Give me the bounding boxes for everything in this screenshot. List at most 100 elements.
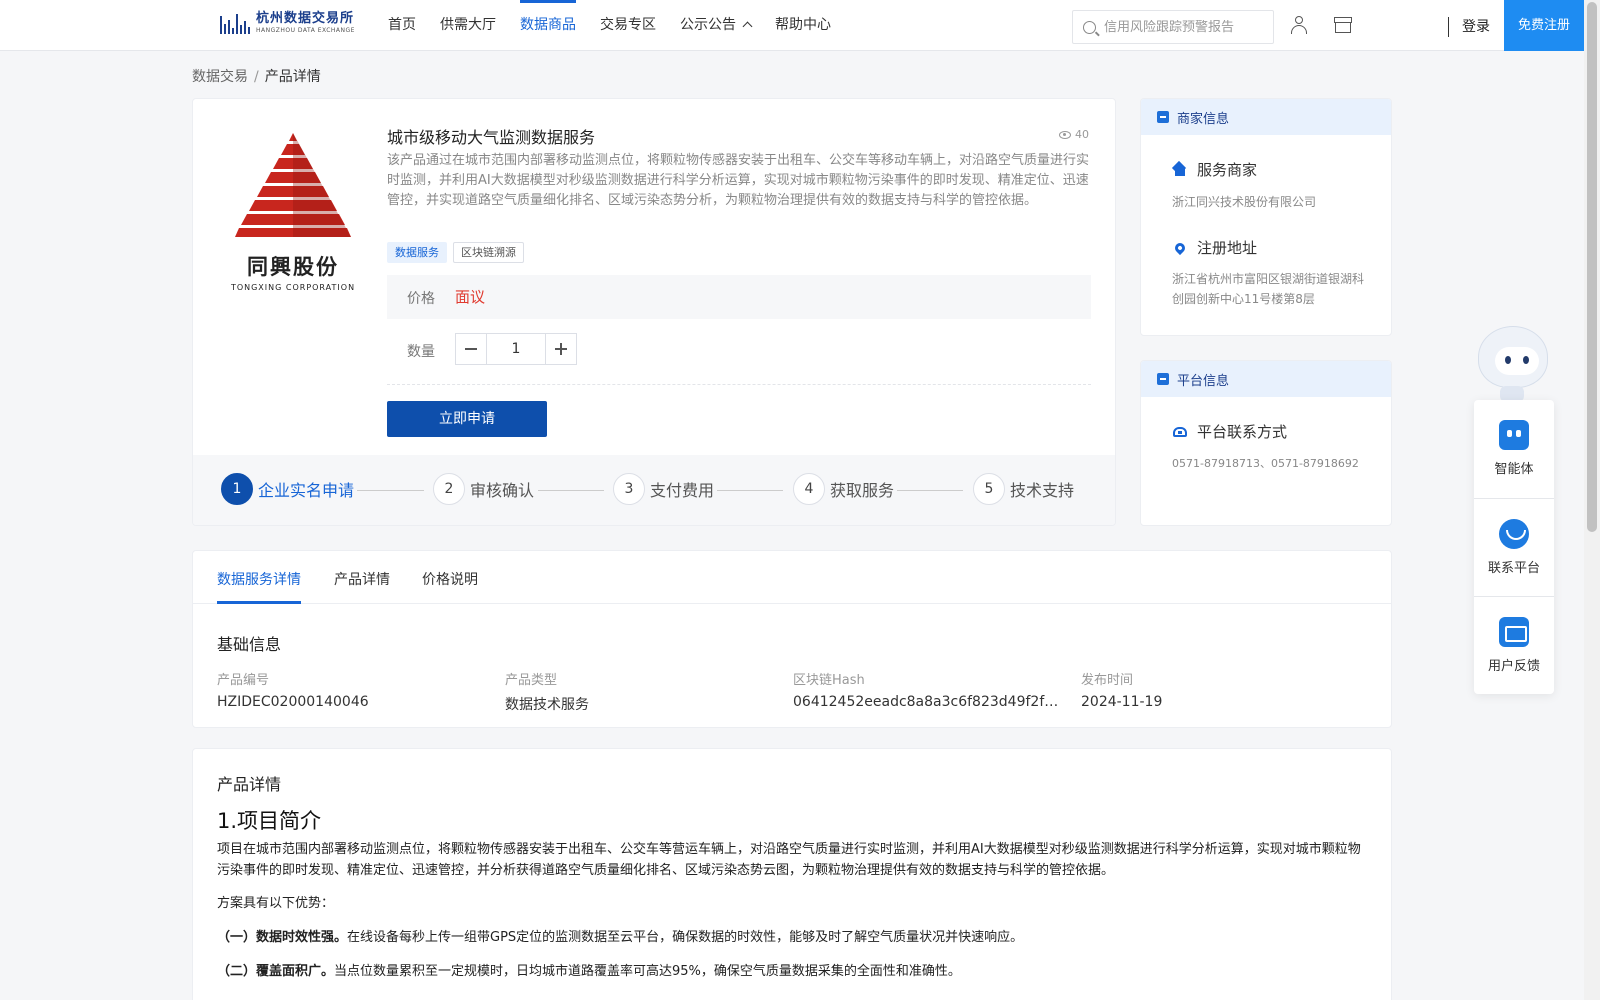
active-tab-indicator (217, 601, 301, 604)
logo-name-cn: 杭州数据交易所 (256, 11, 355, 26)
scrollbar-thumb[interactable] (1587, 2, 1597, 532)
address-value: 浙江省杭州市富阳区银湖街道银湖科创园创新中心11号楼第8层 (1172, 272, 1365, 306)
info-label: 区块链Hash (793, 673, 865, 688)
robot-mascot[interactable] (1474, 326, 1550, 404)
page-scrollbar[interactable] (1584, 0, 1600, 1000)
brand-logo: 同興股份 TONGXING CORPORATION (223, 129, 363, 299)
tag-data-service[interactable]: 数据服务 (387, 242, 447, 263)
brand-name: 同興股份 (247, 254, 339, 279)
step-number: 5 (973, 473, 1005, 505)
float-agent[interactable]: 智能体 (1474, 400, 1554, 498)
step-2: 2 审核确认 (433, 473, 534, 505)
login-link[interactable]: 登录 (1462, 16, 1490, 36)
view-count: 40 (1059, 128, 1089, 141)
tab-bar: 数据服务详情 产品详情 价格说明 (193, 551, 1391, 604)
top-header: 杭州数据交易所 HANGZHOU DATA EXCHANGE 首页 供需大厅 数… (0, 0, 1584, 51)
product-description: 该产品通过在城市范围内部署移动监测点位，将颗粒物传感器安装于出租车、公交车等移动… (387, 153, 1090, 208)
price-value: 面议 (455, 288, 486, 306)
floating-service-panel: 智能体 联系平台 用户反馈 (1474, 400, 1554, 694)
nav-trading-zone[interactable]: 交易专区 (600, 0, 656, 51)
info-product-id: 产品编号 HZIDEC02000140046 (217, 669, 487, 710)
breadcrumb-root[interactable]: 数据交易 (192, 69, 248, 85)
tab-price-info[interactable]: 价格说明 (422, 569, 478, 589)
tag-blockchain-trace[interactable]: 区块链溯源 (453, 242, 524, 263)
product-card: 同興股份 TONGXING CORPORATION 城市级移动大气监测数据服务 … (192, 98, 1116, 526)
card-icon (1157, 111, 1169, 123)
step-5: 5 技术支持 (973, 473, 1074, 505)
search-input[interactable] (1104, 19, 1264, 35)
step-label: 技术支持 (1010, 481, 1075, 500)
home-icon (1173, 164, 1187, 176)
info-value: 数据技术服务 (505, 697, 589, 713)
register-button[interactable]: 免费注册 (1504, 0, 1584, 51)
advantage-2-text: 当点位数量累积至一定规模时，日均城市道路覆盖率可高达95%，确保空气质量数据采集… (334, 964, 961, 979)
minus-icon[interactable] (456, 334, 487, 364)
apply-now-button[interactable]: 立即申请 (387, 401, 547, 437)
chevron-up-icon (742, 21, 753, 32)
step-number: 4 (793, 473, 825, 505)
merchant-info-title: 商家信息 (1177, 111, 1230, 127)
step-label: 审核确认 (470, 481, 535, 500)
tab-product-detail[interactable]: 产品详情 (334, 569, 390, 589)
step-1: 1 企业实名申请 (221, 473, 354, 505)
address-row: 注册地址 (1172, 237, 1258, 258)
platform-info-header: 平台信息 (1141, 361, 1391, 397)
headset-icon (1499, 519, 1529, 549)
exchange-logo[interactable]: 杭州数据交易所 HANGZHOU DATA EXCHANGE (220, 11, 355, 35)
tab-data-service-detail[interactable]: 数据服务详情 (217, 569, 301, 589)
advantage-2: （二）覆盖面积广。当点位数量累积至一定规模时，日均城市道路覆盖率可高达95%，确… (217, 961, 1367, 982)
step-4: 4 获取服务 (793, 473, 894, 505)
quantity-value[interactable]: 1 (487, 334, 545, 364)
location-pin-icon (1172, 240, 1188, 255)
logo-bars-icon (220, 12, 250, 34)
card-icon (1157, 373, 1169, 385)
quantity-label: 数量 (407, 344, 435, 360)
detail-title: 产品详情 (217, 775, 282, 794)
price-row: 价格 面议 (387, 275, 1091, 319)
search-icon[interactable] (1083, 20, 1096, 34)
detail-advantages-intro: 方案具有以下优势： (217, 896, 335, 911)
float-contact[interactable]: 联系平台 (1474, 498, 1554, 596)
product-detail-card: 产品详情 1.项目简介 项目在城市范围内部署移动监测点位，将颗粒物传感器安装于出… (192, 748, 1392, 1000)
main-nav: 首页 供需大厅 数据商品 交易专区 公示公告 帮助中心 (388, 0, 855, 51)
nav-data-products[interactable]: 数据商品 (520, 0, 576, 51)
info-label: 产品类型 (505, 673, 558, 688)
search-box[interactable] (1072, 10, 1274, 44)
bot-icon (1499, 420, 1529, 450)
nav-announcements[interactable]: 公示公告 (680, 0, 753, 51)
product-tags: 数据服务 区块链溯源 (387, 242, 524, 263)
plus-icon[interactable] (545, 334, 576, 364)
info-blockchain-hash: 区块链Hash 06412452eeadc8a8a3c6f823d49f2f2e… (793, 669, 1063, 710)
view-count-value: 40 (1075, 128, 1089, 141)
service-merchant-value[interactable]: 浙江同兴技术股份有限公司 (1172, 192, 1372, 212)
user-icon[interactable] (1290, 16, 1308, 34)
detail-heading: 1.项目简介 (217, 809, 322, 833)
store-icon[interactable] (1334, 16, 1352, 34)
step-3: 3 支付费用 (613, 473, 714, 505)
header-divider (1448, 17, 1449, 37)
nav-home[interactable]: 首页 (388, 0, 416, 51)
basic-info-title: 基础信息 (217, 635, 282, 654)
detail-intro: 项目在城市范围内部署移动监测点位，将颗粒物传感器安装于出租车、公交车等营运车辆上… (217, 842, 1361, 878)
breadcrumb-current: 产品详情 (264, 69, 321, 85)
quantity-stepper: 1 (455, 333, 577, 365)
address-label: 注册地址 (1197, 239, 1258, 257)
breadcrumb: 数据交易 / 产品详情 (192, 66, 321, 86)
price-label: 价格 (407, 291, 435, 307)
pyramid-logo-icon (235, 133, 351, 237)
brand-name-en: TONGXING CORPORATION (230, 283, 356, 292)
float-feedback[interactable]: 用户反馈 (1474, 596, 1554, 694)
nav-help-center[interactable]: 帮助中心 (775, 0, 831, 51)
feedback-icon (1499, 617, 1529, 647)
advantage-2-title: （二）覆盖面积广。 (217, 964, 335, 979)
platform-contact-value: 0571-87918713、0571-87918692 (1172, 457, 1359, 470)
float-contact-label: 联系平台 (1487, 561, 1540, 576)
step-connector (538, 490, 604, 491)
merchant-info-card: 商家信息 服务商家 浙江同兴技术股份有限公司 注册地址 浙江省杭州市富阳区银湖街… (1140, 98, 1392, 336)
platform-contact-row: 平台联系方式 (1173, 421, 1287, 442)
step-connector (897, 490, 963, 491)
info-value: 2024-11-19 (1081, 694, 1163, 710)
advantage-1: （一）数据时效性强。在线设备每秒上传一组带GPS定位的监测数据至云平台，确保数据… (217, 927, 1367, 948)
nav-supply-demand[interactable]: 供需大厅 (440, 0, 496, 51)
info-value[interactable]: 06412452eeadc8a8a3c6f823d49f2f2e3e8... (793, 694, 1063, 710)
